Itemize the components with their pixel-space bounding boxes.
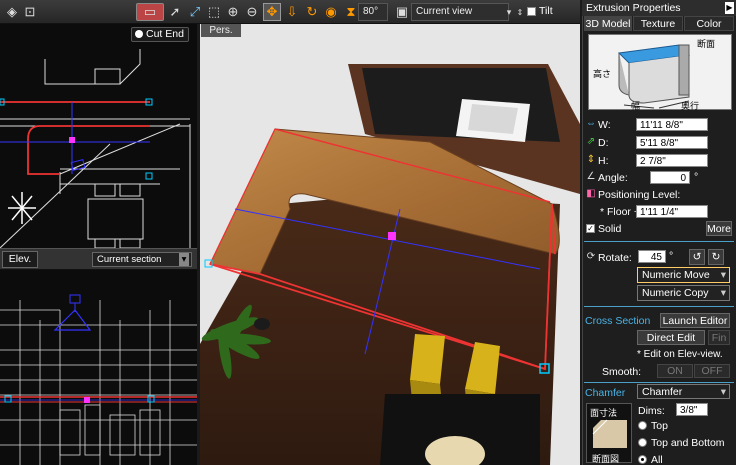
- direct-edit-button[interactable]: Direct Edit: [637, 330, 705, 345]
- elevation-tab[interactable]: Elev.: [2, 251, 38, 268]
- tab-color[interactable]: Color: [684, 16, 734, 31]
- perspective-view[interactable]: [200, 24, 580, 465]
- rotate-unit: °: [669, 250, 674, 262]
- panel-collapse-icon[interactable]: ▶: [725, 2, 734, 14]
- extrusion-preview: 断面 高さ 幅 奥行: [588, 34, 732, 111]
- plan-wireframe: [0, 49, 191, 248]
- angle-field[interactable]: 0: [650, 171, 690, 184]
- rotate-ccw-icon[interactable]: ↺: [689, 249, 705, 265]
- pan-icon[interactable]: ✥: [263, 3, 281, 21]
- tilt-label: Tilt: [539, 5, 553, 17]
- width-label: W:: [598, 119, 611, 131]
- height-field[interactable]: 2 7/8": [636, 154, 708, 167]
- height-icon: ⇕: [586, 154, 596, 165]
- radio-top-and-bottom-label: Top and Bottom: [651, 437, 725, 449]
- zoom-in-icon[interactable]: ⊕: [224, 3, 242, 21]
- preview-label-width: 幅: [631, 101, 641, 111]
- numeric-move-dropdown[interactable]: Numeric Move: [637, 267, 730, 283]
- floor-label: * Floor +: [600, 206, 640, 218]
- view-dropdown[interactable]: Current view: [411, 3, 509, 21]
- preview-label-section: 断面: [697, 39, 716, 49]
- panel-title: Extrusion Properties: [582, 0, 736, 16]
- smooth-off-button[interactable]: OFF: [694, 364, 730, 378]
- plan-view[interactable]: [0, 24, 197, 248]
- camera-icon[interactable]: ▣: [393, 3, 411, 21]
- chamfer-shape-icon: [592, 419, 627, 448]
- edit-note: * Edit on Elev-view.: [637, 349, 723, 360]
- chamfer-dropdown[interactable]: Chamfer: [637, 384, 730, 399]
- perspective-scene: [200, 24, 580, 465]
- solid-checkbox[interactable]: ✓: [586, 224, 595, 233]
- zoom-window-icon[interactable]: ⬚: [205, 3, 223, 21]
- numeric-copy-dropdown[interactable]: Numeric Copy: [637, 285, 730, 301]
- floor-offset-field[interactable]: 1'11 1/4": [636, 205, 708, 218]
- rotate-label: Rotate:: [598, 252, 632, 264]
- launch-editor-button[interactable]: Launch Editor: [660, 313, 730, 328]
- width-field[interactable]: 11'11 8/8": [636, 118, 708, 131]
- radio-top[interactable]: [638, 421, 647, 430]
- depth-label: D:: [598, 137, 609, 149]
- radio-all[interactable]: [638, 455, 647, 464]
- lock-icon[interactable]: ⊡: [21, 3, 39, 21]
- chamfer-dims-label: Dims:: [638, 405, 665, 417]
- rotate-cw-icon[interactable]: ↻: [708, 249, 724, 265]
- depth-field[interactable]: 5'11 8/8": [636, 136, 708, 149]
- orbit-icon[interactable]: ↻: [303, 3, 321, 21]
- chamfer-label: Chamfer: [585, 387, 626, 399]
- positioning-icon: ◧: [586, 188, 596, 199]
- section-dropdown[interactable]: Current section: [92, 252, 192, 267]
- walk-icon[interactable]: ⇩: [283, 3, 301, 21]
- rotate-icon: ⟳: [586, 251, 596, 262]
- tab-3d-model[interactable]: 3D Model: [584, 16, 632, 31]
- tilt-checkbox[interactable]: [527, 7, 536, 16]
- angle-icon: ∠: [586, 171, 596, 182]
- zoom-fit-icon[interactable]: ⤢: [186, 3, 204, 21]
- chamfer-preview-bottom-label: 断面図: [592, 454, 620, 464]
- more-button[interactable]: More: [706, 221, 732, 236]
- width-icon: ⇔: [586, 118, 596, 129]
- cross-section-label: Cross Section: [585, 315, 651, 327]
- chamfer-dims-field[interactable]: 3/8": [676, 403, 708, 416]
- smooth-label: Smooth:: [602, 366, 642, 378]
- angle-unit: °: [694, 171, 699, 183]
- perspective-tab[interactable]: Pers.: [201, 24, 241, 37]
- select-arrow-icon[interactable]: ➚: [166, 3, 184, 21]
- smooth-on-button[interactable]: ON: [657, 364, 693, 378]
- fin-button[interactable]: Fin: [708, 330, 730, 345]
- chamfer-preview: 面寸法 断面図: [586, 403, 632, 464]
- solid-label: Solid: [598, 223, 622, 235]
- elevation-wireframe: [0, 294, 197, 465]
- radio-all-label: All: [651, 454, 663, 465]
- material-icon[interactable]: ▭: [136, 3, 164, 21]
- elevation-view[interactable]: [0, 270, 197, 465]
- positioning-label: Positioning Level:: [598, 189, 681, 201]
- preview-label-depth: 奥行: [681, 101, 700, 111]
- height-label: H:: [598, 155, 609, 167]
- look-icon[interactable]: ◉: [322, 3, 340, 21]
- preview-label-height: 高さ: [593, 69, 612, 79]
- radio-top-and-bottom[interactable]: [638, 438, 647, 447]
- depth-icon: ⇗: [586, 136, 596, 147]
- tab-texture[interactable]: Texture: [633, 16, 683, 31]
- angle-dropdown[interactable]: 80°: [358, 3, 388, 21]
- cut-end-button[interactable]: Cut End: [131, 27, 189, 42]
- layers-icon[interactable]: ◈: [3, 3, 21, 21]
- zoom-out-icon[interactable]: ⊖: [243, 3, 261, 21]
- top-toolbar: ◈ ⊡ ▭ ➚ ⤢ ⬚ ⊕ ⊖ ✥ ⇩ ↻ ◉ ⧗ 80° ▣ Current …: [0, 0, 580, 24]
- radio-top-label: Top: [651, 420, 668, 432]
- rotate-field[interactable]: 45: [638, 250, 666, 263]
- angle-label: Angle:: [598, 172, 628, 184]
